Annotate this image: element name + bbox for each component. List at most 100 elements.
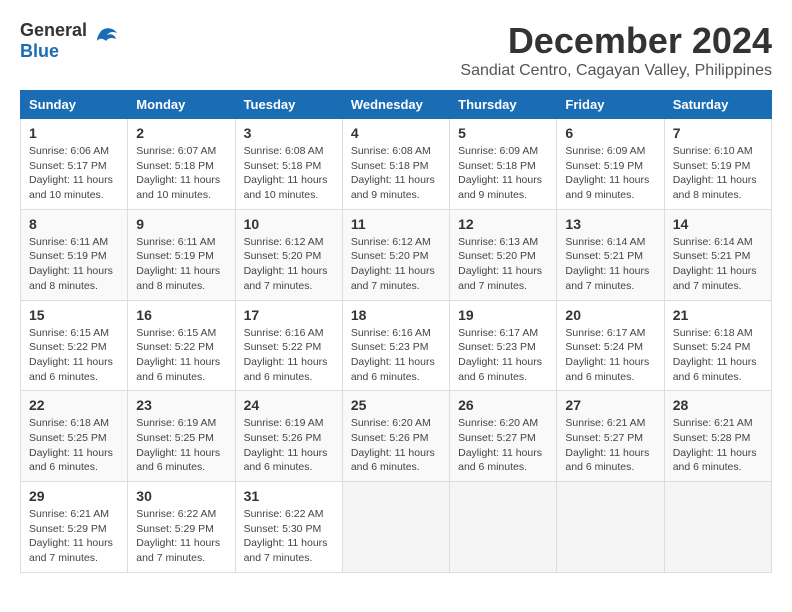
day-number: 22: [29, 397, 119, 413]
day-cell: 4 Sunrise: 6:08 AM Sunset: 5:18 PM Dayli…: [342, 119, 449, 210]
week-row-3: 15 Sunrise: 6:15 AM Sunset: 5:22 PM Dayl…: [21, 300, 772, 391]
day-number: 18: [351, 307, 441, 323]
day-number: 17: [244, 307, 334, 323]
day-info: Sunrise: 6:20 AM Sunset: 5:27 PM Dayligh…: [458, 416, 548, 475]
day-info: Sunrise: 6:09 AM Sunset: 5:19 PM Dayligh…: [565, 144, 655, 203]
day-info: Sunrise: 6:18 AM Sunset: 5:25 PM Dayligh…: [29, 416, 119, 475]
day-info: Sunrise: 6:16 AM Sunset: 5:22 PM Dayligh…: [244, 326, 334, 385]
weekday-header-sunday: Sunday: [21, 91, 128, 119]
day-info: Sunrise: 6:09 AM Sunset: 5:18 PM Dayligh…: [458, 144, 548, 203]
day-info: Sunrise: 6:14 AM Sunset: 5:21 PM Dayligh…: [565, 235, 655, 294]
day-number: 30: [136, 488, 226, 504]
day-cell: 26 Sunrise: 6:20 AM Sunset: 5:27 PM Dayl…: [450, 391, 557, 482]
day-number: 14: [673, 216, 763, 232]
weekday-header-wednesday: Wednesday: [342, 91, 449, 119]
day-number: 20: [565, 307, 655, 323]
weekday-header-tuesday: Tuesday: [235, 91, 342, 119]
day-cell: 24 Sunrise: 6:19 AM Sunset: 5:26 PM Dayl…: [235, 391, 342, 482]
day-cell: 22 Sunrise: 6:18 AM Sunset: 5:25 PM Dayl…: [21, 391, 128, 482]
day-info: Sunrise: 6:13 AM Sunset: 5:20 PM Dayligh…: [458, 235, 548, 294]
day-info: Sunrise: 6:11 AM Sunset: 5:19 PM Dayligh…: [136, 235, 226, 294]
day-cell: 18 Sunrise: 6:16 AM Sunset: 5:23 PM Dayl…: [342, 300, 449, 391]
day-cell: 8 Sunrise: 6:11 AM Sunset: 5:19 PM Dayli…: [21, 209, 128, 300]
week-row-1: 1 Sunrise: 6:06 AM Sunset: 5:17 PM Dayli…: [21, 119, 772, 210]
day-info: Sunrise: 6:20 AM Sunset: 5:26 PM Dayligh…: [351, 416, 441, 475]
day-info: Sunrise: 6:12 AM Sunset: 5:20 PM Dayligh…: [244, 235, 334, 294]
day-cell: [664, 482, 771, 573]
day-number: 21: [673, 307, 763, 323]
day-cell: 14 Sunrise: 6:14 AM Sunset: 5:21 PM Dayl…: [664, 209, 771, 300]
day-info: Sunrise: 6:14 AM Sunset: 5:21 PM Dayligh…: [673, 235, 763, 294]
calendar-table: SundayMondayTuesdayWednesdayThursdayFrid…: [20, 90, 772, 573]
day-info: Sunrise: 6:18 AM Sunset: 5:24 PM Dayligh…: [673, 326, 763, 385]
day-number: 24: [244, 397, 334, 413]
day-info: Sunrise: 6:08 AM Sunset: 5:18 PM Dayligh…: [351, 144, 441, 203]
day-info: Sunrise: 6:15 AM Sunset: 5:22 PM Dayligh…: [136, 326, 226, 385]
day-info: Sunrise: 6:10 AM Sunset: 5:19 PM Dayligh…: [673, 144, 763, 203]
day-number: 31: [244, 488, 334, 504]
day-number: 26: [458, 397, 548, 413]
logo: General Blue: [20, 20, 121, 62]
day-number: 8: [29, 216, 119, 232]
day-number: 27: [565, 397, 655, 413]
day-cell: 11 Sunrise: 6:12 AM Sunset: 5:20 PM Dayl…: [342, 209, 449, 300]
day-cell: 25 Sunrise: 6:20 AM Sunset: 5:26 PM Dayl…: [342, 391, 449, 482]
day-info: Sunrise: 6:17 AM Sunset: 5:24 PM Dayligh…: [565, 326, 655, 385]
day-number: 16: [136, 307, 226, 323]
day-info: Sunrise: 6:16 AM Sunset: 5:23 PM Dayligh…: [351, 326, 441, 385]
day-number: 7: [673, 125, 763, 141]
day-cell: [557, 482, 664, 573]
day-info: Sunrise: 6:06 AM Sunset: 5:17 PM Dayligh…: [29, 144, 119, 203]
day-info: Sunrise: 6:21 AM Sunset: 5:28 PM Dayligh…: [673, 416, 763, 475]
day-cell: 13 Sunrise: 6:14 AM Sunset: 5:21 PM Dayl…: [557, 209, 664, 300]
day-cell: 20 Sunrise: 6:17 AM Sunset: 5:24 PM Dayl…: [557, 300, 664, 391]
day-number: 3: [244, 125, 334, 141]
day-number: 29: [29, 488, 119, 504]
day-cell: 2 Sunrise: 6:07 AM Sunset: 5:18 PM Dayli…: [128, 119, 235, 210]
day-number: 13: [565, 216, 655, 232]
day-cell: 12 Sunrise: 6:13 AM Sunset: 5:20 PM Dayl…: [450, 209, 557, 300]
day-number: 11: [351, 216, 441, 232]
day-cell: [342, 482, 449, 573]
day-number: 9: [136, 216, 226, 232]
weekday-header-row: SundayMondayTuesdayWednesdayThursdayFrid…: [21, 91, 772, 119]
month-title: December 2024: [460, 20, 772, 62]
day-number: 15: [29, 307, 119, 323]
logo-general: General: [20, 20, 87, 40]
day-cell: 31 Sunrise: 6:22 AM Sunset: 5:30 PM Dayl…: [235, 482, 342, 573]
day-info: Sunrise: 6:19 AM Sunset: 5:25 PM Dayligh…: [136, 416, 226, 475]
day-cell: 1 Sunrise: 6:06 AM Sunset: 5:17 PM Dayli…: [21, 119, 128, 210]
day-number: 12: [458, 216, 548, 232]
week-row-2: 8 Sunrise: 6:11 AM Sunset: 5:19 PM Dayli…: [21, 209, 772, 300]
day-cell: 9 Sunrise: 6:11 AM Sunset: 5:19 PM Dayli…: [128, 209, 235, 300]
location-title: Sandiat Centro, Cagayan Valley, Philippi…: [460, 62, 772, 80]
day-cell: 27 Sunrise: 6:21 AM Sunset: 5:27 PM Dayl…: [557, 391, 664, 482]
logo-blue: Blue: [20, 41, 59, 61]
day-cell: 17 Sunrise: 6:16 AM Sunset: 5:22 PM Dayl…: [235, 300, 342, 391]
day-cell: 23 Sunrise: 6:19 AM Sunset: 5:25 PM Dayl…: [128, 391, 235, 482]
day-info: Sunrise: 6:21 AM Sunset: 5:29 PM Dayligh…: [29, 507, 119, 566]
week-row-5: 29 Sunrise: 6:21 AM Sunset: 5:29 PM Dayl…: [21, 482, 772, 573]
day-cell: 15 Sunrise: 6:15 AM Sunset: 5:22 PM Dayl…: [21, 300, 128, 391]
day-cell: 7 Sunrise: 6:10 AM Sunset: 5:19 PM Dayli…: [664, 119, 771, 210]
day-number: 25: [351, 397, 441, 413]
day-cell: 29 Sunrise: 6:21 AM Sunset: 5:29 PM Dayl…: [21, 482, 128, 573]
week-row-4: 22 Sunrise: 6:18 AM Sunset: 5:25 PM Dayl…: [21, 391, 772, 482]
day-number: 19: [458, 307, 548, 323]
day-cell: 28 Sunrise: 6:21 AM Sunset: 5:28 PM Dayl…: [664, 391, 771, 482]
day-cell: [450, 482, 557, 573]
header: General Blue December 2024 Sandiat Centr…: [20, 20, 772, 80]
weekday-header-friday: Friday: [557, 91, 664, 119]
day-number: 5: [458, 125, 548, 141]
day-cell: 30 Sunrise: 6:22 AM Sunset: 5:29 PM Dayl…: [128, 482, 235, 573]
title-section: December 2024 Sandiat Centro, Cagayan Va…: [460, 20, 772, 80]
day-info: Sunrise: 6:07 AM Sunset: 5:18 PM Dayligh…: [136, 144, 226, 203]
day-info: Sunrise: 6:11 AM Sunset: 5:19 PM Dayligh…: [29, 235, 119, 294]
day-info: Sunrise: 6:08 AM Sunset: 5:18 PM Dayligh…: [244, 144, 334, 203]
weekday-header-monday: Monday: [128, 91, 235, 119]
day-number: 6: [565, 125, 655, 141]
day-cell: 6 Sunrise: 6:09 AM Sunset: 5:19 PM Dayli…: [557, 119, 664, 210]
day-cell: 3 Sunrise: 6:08 AM Sunset: 5:18 PM Dayli…: [235, 119, 342, 210]
weekday-header-thursday: Thursday: [450, 91, 557, 119]
day-info: Sunrise: 6:15 AM Sunset: 5:22 PM Dayligh…: [29, 326, 119, 385]
